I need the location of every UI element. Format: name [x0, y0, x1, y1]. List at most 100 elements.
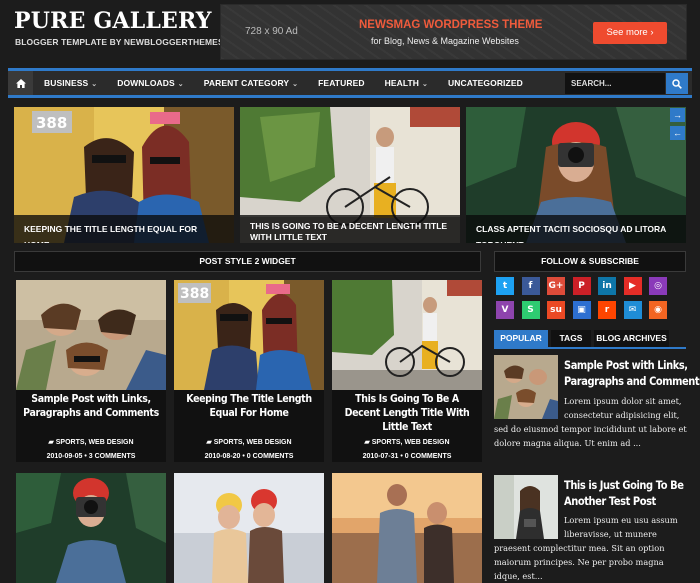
chevron-down-icon: ⌄	[422, 81, 429, 88]
slider-prev-button[interactable]: ←	[670, 126, 685, 140]
search-icon	[672, 78, 682, 89]
post-excerpt-text: Lorem ipsum eu usu assum liberavisse, ut…	[564, 515, 678, 539]
ad-size-label: 728 x 90 Ad	[245, 26, 298, 37]
post-card-2[interactable]: 388 Keeping The Title Length Equal For H…	[174, 280, 324, 462]
ad-headline: NEWSMAG WORDPRESS THEME	[359, 19, 543, 31]
youtube-icon[interactable]: ▶	[623, 277, 642, 295]
nav-item-label: HEALTH	[384, 78, 420, 88]
search-button[interactable]	[666, 73, 688, 94]
site-title[interactable]: PURE GALLERY	[14, 8, 212, 34]
chevron-down-icon: ⌄	[177, 81, 184, 88]
post-thumbnail: 388	[174, 280, 324, 390]
slider-next-button[interactable]: →	[670, 108, 685, 122]
nav-item-parent-category[interactable]: PARENT CATEGORY ⌄	[194, 71, 308, 95]
nav-item-label: BUSINESS	[44, 78, 89, 88]
post-date: 2010-08-20	[204, 453, 241, 460]
folder-icon: ▰	[364, 439, 370, 446]
popular-post-excerpt-1a: Lorem ipsum dolor sit amet, consectetur …	[564, 394, 692, 422]
post-card-5[interactable]	[174, 473, 324, 583]
nav-item-featured[interactable]: FEATURED	[308, 71, 374, 95]
slide-3[interactable]: CLASS APTENT TACITI SOCIOSQU AD LITORA T…	[466, 107, 686, 243]
nav-item-uncategorized[interactable]: UNCATEGORIZED	[438, 71, 533, 95]
post-title-line: Another Test Post	[564, 494, 656, 508]
delicious-icon[interactable]: ▣	[572, 301, 591, 319]
post-excerpt-text: Lorem ipsum dolor sit amet, consectetur …	[564, 396, 682, 420]
post-title[interactable]: This Is Going To Be A Decent Length Titl…	[338, 392, 476, 434]
category-links[interactable]: SPORTS, WEB DESIGN	[214, 439, 292, 446]
folder-icon: ▰	[48, 439, 54, 446]
popular-post-title-1[interactable]: Sample Post with Links, Paragraphs and Co…	[564, 357, 700, 389]
search-input[interactable]: SEARCH...	[565, 73, 665, 94]
slide-caption[interactable]: THIS IS GOING TO BE A DECENT LENGTH TITL…	[240, 215, 460, 243]
nav-item-downloads[interactable]: DOWNLOADS ⌄	[107, 71, 194, 95]
svg-text:388: 388	[36, 114, 67, 132]
post-title[interactable]: Keeping The Title Length Equal For Home	[180, 392, 318, 420]
category-links[interactable]: SPORTS, WEB DESIGN	[372, 439, 450, 446]
popular-post-excerpt-1b: sed do eiusmod tempor incididunt ut labo…	[494, 422, 692, 464]
post-thumbnail	[332, 473, 482, 583]
popular-post-thumb-1[interactable]	[494, 355, 558, 419]
home-button[interactable]	[8, 71, 33, 95]
post-title-line: This is Just Going To Be	[564, 478, 684, 492]
svg-text:388: 388	[180, 286, 209, 302]
slide-1[interactable]: 388 KEEPING THE TITLE LENGTH EQUAL FOR H…	[14, 107, 234, 243]
reddit-icon[interactable]: r	[598, 301, 616, 319]
post-comments[interactable]: 3 COMMENTS	[89, 453, 136, 460]
nav-item-label: UNCATEGORIZED	[448, 78, 523, 88]
ad-see-more-button[interactable]: See more ›	[593, 22, 667, 44]
instagram-icon[interactable]: ◎	[649, 277, 667, 295]
nav-item-label: DOWNLOADS	[117, 78, 175, 88]
nav-item-health[interactable]: HEALTH ⌄	[375, 71, 438, 95]
slide-2[interactable]: THIS IS GOING TO BE A DECENT LENGTH TITL…	[240, 107, 460, 243]
nav-item-label: PARENT CATEGORY	[203, 78, 290, 88]
tabs-underline	[494, 347, 686, 349]
google-plus-icon[interactable]: G+	[547, 277, 565, 295]
post-widget-title: POST STYLE 2 WIDGET	[14, 251, 481, 272]
follow-subscribe-title: FOLLOW & SUBSCRIBE	[494, 251, 686, 272]
home-icon	[15, 78, 26, 88]
popular-post-title-2[interactable]: This is Just Going To Be Another Test Pos…	[564, 477, 684, 509]
pinterest-icon[interactable]: P	[572, 277, 591, 295]
header-ad-banner[interactable]: 728 x 90 Ad NEWSMAG WORDPRESS THEME for …	[220, 4, 687, 60]
tab-popular[interactable]: POPULAR	[494, 330, 548, 347]
rss-icon[interactable]: ◉	[649, 301, 667, 319]
post-excerpt-text: sed do eiusmod tempor incididunt ut labo…	[494, 424, 687, 448]
post-categories: ▰ SPORTS, WEB DESIGN	[174, 438, 324, 446]
post-card-1[interactable]: Sample Post with Links, Paragraphs and C…	[16, 280, 166, 462]
post-comments[interactable]: 0 COMMENTS	[405, 453, 452, 460]
vine-icon[interactable]: V	[496, 301, 514, 319]
tab-tags[interactable]: TAGS	[551, 330, 591, 347]
post-card-4[interactable]	[16, 473, 166, 583]
nav-item-business[interactable]: BUSINESS ⌄	[34, 71, 107, 95]
snapchat-icon[interactable]: S	[521, 301, 540, 319]
slide-caption[interactable]: KEEPING THE TITLE LENGTH EQUAL FOR HOME	[14, 215, 234, 243]
popular-post-excerpt-2a: Lorem ipsum eu usu assum liberavisse, ut…	[564, 513, 692, 541]
post-card-3[interactable]: This Is Going To Be A Decent Length Titl…	[332, 280, 482, 462]
post-title[interactable]: Sample Post with Links, Paragraphs and C…	[22, 392, 160, 420]
category-links[interactable]: SPORTS, WEB DESIGN	[56, 439, 134, 446]
popular-post-thumb-2[interactable]	[494, 475, 558, 539]
post-title-line: Paragraphs and Comments	[564, 374, 700, 388]
post-thumbnail	[16, 280, 166, 390]
post-categories: ▰ SPORTS, WEB DESIGN	[16, 438, 166, 446]
twitter-icon[interactable]: t	[496, 277, 514, 295]
stumbleupon-icon[interactable]: su	[547, 301, 565, 319]
post-thumbnail	[174, 473, 324, 583]
chevron-right-icon: ›	[650, 27, 654, 38]
post-card-6[interactable]	[332, 473, 482, 583]
facebook-icon[interactable]: f	[521, 277, 540, 295]
post-date: 2010-07-31	[362, 453, 399, 460]
site-tagline: BLOGGER TEMPLATE BY NEWBLOGGERTHEMES.COM	[15, 37, 247, 47]
linkedin-icon[interactable]: in	[598, 277, 616, 295]
popular-post-excerpt-2b: praesent complectitur mea. Sit an option…	[494, 541, 692, 583]
featured-slider: 388 KEEPING THE TITLE LENGTH EQUAL FOR H…	[14, 107, 686, 243]
slide-caption[interactable]: CLASS APTENT TACITI SOCIOSQU AD LITORA T…	[466, 215, 686, 243]
tab-blog-archives[interactable]: BLOG ARCHIVES	[594, 330, 669, 347]
email-icon[interactable]: ✉	[623, 301, 642, 319]
ad-button-label: See more	[606, 27, 648, 38]
ad-subline: for Blog, News & Magazine Websites	[371, 36, 519, 46]
post-categories: ▰ SPORTS, WEB DESIGN	[332, 438, 482, 446]
folder-icon: ▰	[206, 439, 212, 446]
post-meta: 2010-08-20 • 0 COMMENTS	[204, 453, 294, 460]
post-comments[interactable]: 0 COMMENTS	[247, 453, 294, 460]
